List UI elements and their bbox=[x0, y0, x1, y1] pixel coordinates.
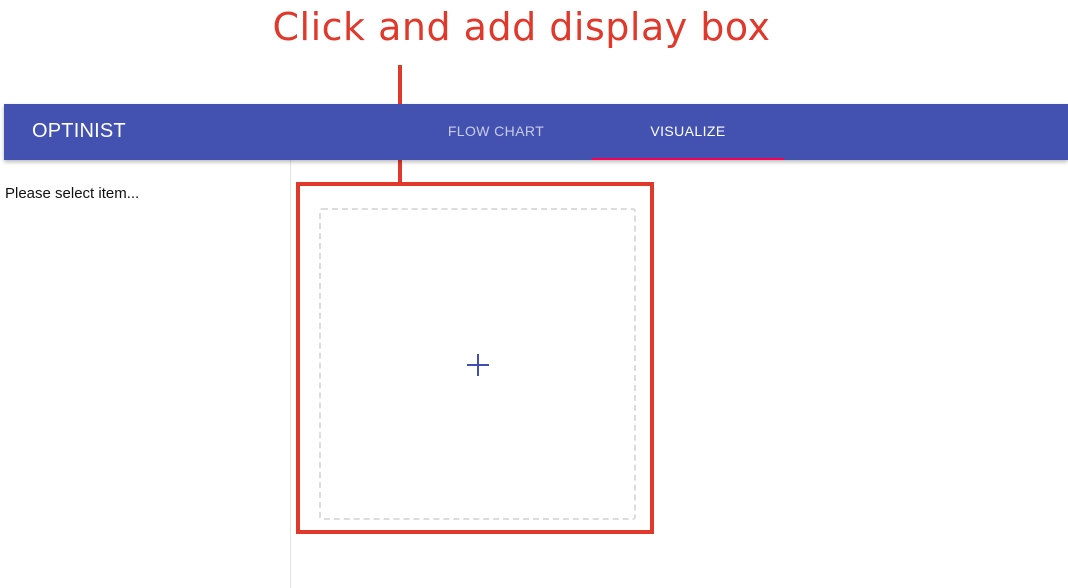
annotation-callout-text: Click and add display box bbox=[272, 5, 771, 49]
select-item-message: Please select item... bbox=[5, 185, 140, 202]
plus-icon bbox=[467, 354, 489, 376]
tab-selected-indicator bbox=[592, 158, 784, 160]
add-display-box-button[interactable] bbox=[319, 208, 636, 520]
tab-visualize[interactable]: VISUALIZE bbox=[592, 104, 784, 160]
item-sidebar: Please select item... bbox=[0, 160, 291, 588]
app-title: OPTINIST bbox=[32, 120, 126, 142]
screenshot-stage: Click and add display box OPTINIST FLOW … bbox=[0, 0, 1068, 588]
tab-flow-chart[interactable]: FLOW CHART bbox=[400, 104, 592, 160]
app-bar: OPTINIST FLOW CHART VISUALIZE bbox=[4, 104, 1068, 160]
